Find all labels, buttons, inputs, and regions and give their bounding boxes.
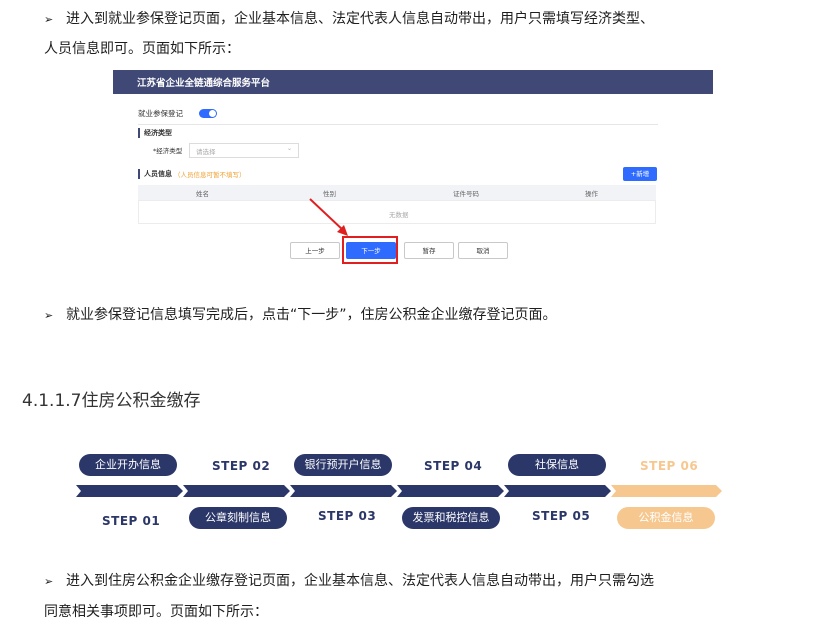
platform-header: 江苏省企业全链通综合服务平台 — [113, 70, 713, 94]
red-pointer-arrow-icon — [309, 198, 348, 236]
step-label-04: STEP 04 — [424, 459, 483, 473]
paragraph-2: 就业参保登记信息填写完成后，点击“下一步”，住房公积金企业缴存登记页面。 — [66, 307, 557, 323]
step-pill-housing-fund: 公积金信息 — [617, 507, 715, 529]
section-marker — [138, 128, 140, 138]
bullet-arrow-icon: ➢ — [44, 575, 54, 588]
step-pill-social-security: 社保信息 — [508, 454, 606, 476]
step-progress-arrows — [76, 485, 722, 497]
add-person-button[interactable]: +新增 — [623, 167, 657, 181]
section-econ-title: 经济类型 — [144, 129, 172, 137]
econ-type-select[interactable]: 请选择 ⌄ — [189, 143, 299, 158]
paragraph-1-line-2: 人员信息即可。页面如下所示： — [44, 41, 240, 57]
section-heading: 4.1.1.7住房公积金缴存 — [22, 391, 201, 411]
table-header: 姓名 性别 证件号码 操作 — [138, 185, 656, 200]
step-pill-company-setup: 企业开办信息 — [79, 454, 177, 476]
embedded-screenshot-employment-registration: 江苏省企业全链通综合服务平台 就业参保登记 经济类型 *经济类型 请选择 ⌄ 人… — [113, 70, 713, 270]
step-pill-seal: 公章刻制信息 — [189, 507, 287, 529]
platform-title: 江苏省企业全链通综合服务平台 — [137, 78, 271, 89]
cancel-button[interactable]: 取消 — [458, 242, 508, 259]
empty-text: 无数据 — [389, 211, 409, 219]
chevron-down-icon: ⌄ — [286, 145, 292, 152]
step-label-03: STEP 03 — [318, 509, 377, 523]
econ-field-label: *经济类型 — [153, 147, 183, 155]
save-draft-button[interactable]: 暂存 — [404, 242, 454, 259]
bullet-arrow-icon: ➢ — [44, 13, 54, 26]
paragraph-1-line-1: 进入到就业参保登记页面，企业基本信息、法定代表人信息自动带出，用户只需填写经济类… — [66, 11, 654, 27]
step-pill-invoice-tax: 发票和税控信息 — [402, 507, 500, 529]
prev-step-button[interactable]: 上一步 — [290, 242, 340, 259]
table-body-empty: 无数据 — [138, 200, 656, 224]
econ-type-placeholder: 请选择 — [196, 148, 216, 156]
step-pill-bank-account: 银行预开户信息 — [294, 454, 392, 476]
section-marker — [138, 169, 140, 179]
col-header-action: 操作 — [585, 190, 598, 198]
step-label-02: STEP 02 — [212, 459, 271, 473]
page-label: 就业参保登记 — [138, 109, 183, 118]
person-hint: （人员信息可暂不填写） — [174, 171, 246, 179]
section-person-title: 人员信息 — [144, 170, 172, 178]
paragraph-3-line-2: 同意相关事项即可。页面如下所示： — [44, 604, 268, 620]
col-header-id: 证件号码 — [453, 190, 479, 198]
col-header-name: 姓名 — [196, 190, 209, 198]
bullet-arrow-icon: ➢ — [44, 309, 54, 322]
paragraph-3-line-1: 进入到住房公积金企业缴存登记页面，企业基本信息、法定代表人信息自动带出，用户只需… — [66, 573, 654, 589]
toggle-switch[interactable] — [199, 109, 217, 118]
step-label-01: STEP 01 — [102, 514, 161, 528]
step-label-06: STEP 06 — [640, 459, 699, 473]
highlight-box — [342, 236, 398, 264]
divider — [138, 124, 658, 125]
step-label-05: STEP 05 — [532, 509, 591, 523]
